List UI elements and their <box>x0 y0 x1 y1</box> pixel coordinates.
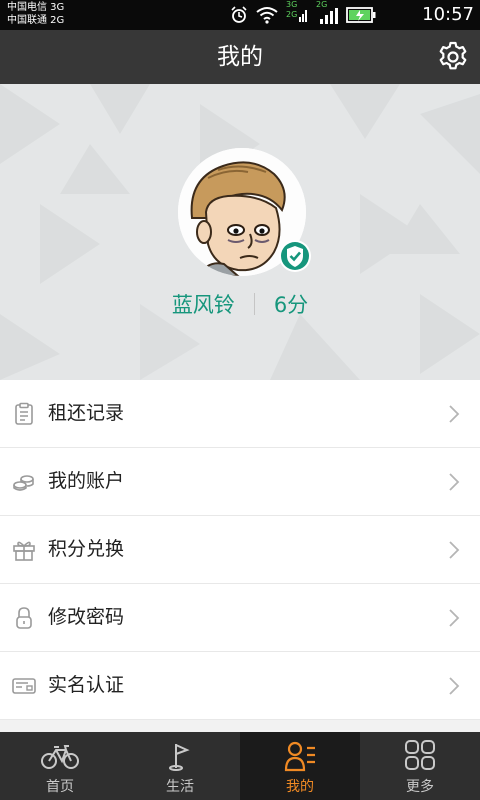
carrier-2: 中国联通 2G <box>7 15 65 26</box>
menu-item-label: 实名认证 <box>48 674 125 696</box>
gift-icon <box>13 541 35 561</box>
menu-item-my-account[interactable]: 我的账户 <box>0 448 480 516</box>
divider <box>253 293 255 315</box>
menu-list: 租还记录 我的账户 积分兑换 修改密码 实名认证 <box>0 380 480 720</box>
clock: 10:57 <box>422 4 474 25</box>
menu-item-real-name-verification[interactable]: 实名认证 <box>0 652 480 720</box>
menu-item-points-exchange[interactable]: 积分兑换 <box>0 516 480 584</box>
id-card-icon <box>12 678 36 694</box>
bottom-tab-bar: 首页 生活 我的 更多 <box>0 732 480 800</box>
network-type-label: 2G <box>286 10 298 19</box>
chevron-right-icon <box>449 541 460 559</box>
verified-shield-icon <box>279 240 311 272</box>
menu-item-label: 积分兑换 <box>48 538 125 560</box>
tab-label: 我的 <box>286 779 314 795</box>
coins-icon <box>13 475 34 491</box>
tab-mine[interactable]: 我的 <box>240 732 360 800</box>
bicycle-icon <box>41 745 79 769</box>
carrier-info: 中国电信 3G 中国联通 2G <box>7 1 64 27</box>
flag-icon <box>169 744 190 771</box>
signal-sim2: 2G <box>316 0 338 26</box>
page-title: 我的 <box>217 44 263 70</box>
signal-bars-icon <box>299 10 307 22</box>
menu-item-change-password[interactable]: 修改密码 <box>0 584 480 652</box>
tab-label: 更多 <box>406 779 434 795</box>
grid-icon <box>405 740 435 770</box>
title-bar: 我的 <box>0 30 480 84</box>
clipboard-icon <box>15 402 33 425</box>
status-bar: 中国电信 3G 中国联通 2G 3G 2G 2G 10:57 <box>0 0 480 30</box>
user-name: 蓝风铃 <box>171 293 235 317</box>
profile-header: 蓝风铃 6分 <box>0 84 480 380</box>
lock-icon <box>16 607 32 629</box>
menu-item-rental-records[interactable]: 租还记录 <box>0 380 480 448</box>
carrier-1: 中国电信 3G <box>7 2 65 13</box>
profile-info-row: 蓝风铃 6分 <box>0 284 480 324</box>
status-icons: 3G 2G 2G <box>230 0 376 26</box>
menu-item-label: 我的账户 <box>48 470 125 492</box>
alarm-icon <box>231 6 247 23</box>
menu-item-label: 修改密码 <box>48 606 125 628</box>
network-type-label: 3G <box>286 0 298 9</box>
user-list-icon <box>284 741 315 772</box>
chevron-right-icon <box>449 405 460 423</box>
signal-sim1: 3G 2G <box>286 0 308 26</box>
tab-home[interactable]: 首页 <box>0 732 120 800</box>
user-points: 6分 <box>273 293 309 317</box>
settings-gear-icon[interactable] <box>436 40 470 74</box>
wifi-icon <box>256 7 278 24</box>
tab-label: 生活 <box>166 779 194 795</box>
menu-item-label: 租还记录 <box>48 402 125 424</box>
chevron-right-icon <box>449 677 460 695</box>
tab-life[interactable]: 生活 <box>120 732 240 800</box>
signal-bars-icon <box>320 8 338 24</box>
chevron-right-icon <box>449 609 460 627</box>
tab-label: 首页 <box>46 779 74 795</box>
tab-more[interactable]: 更多 <box>360 732 480 800</box>
battery-icon <box>346 7 376 23</box>
chevron-right-icon <box>449 473 460 491</box>
